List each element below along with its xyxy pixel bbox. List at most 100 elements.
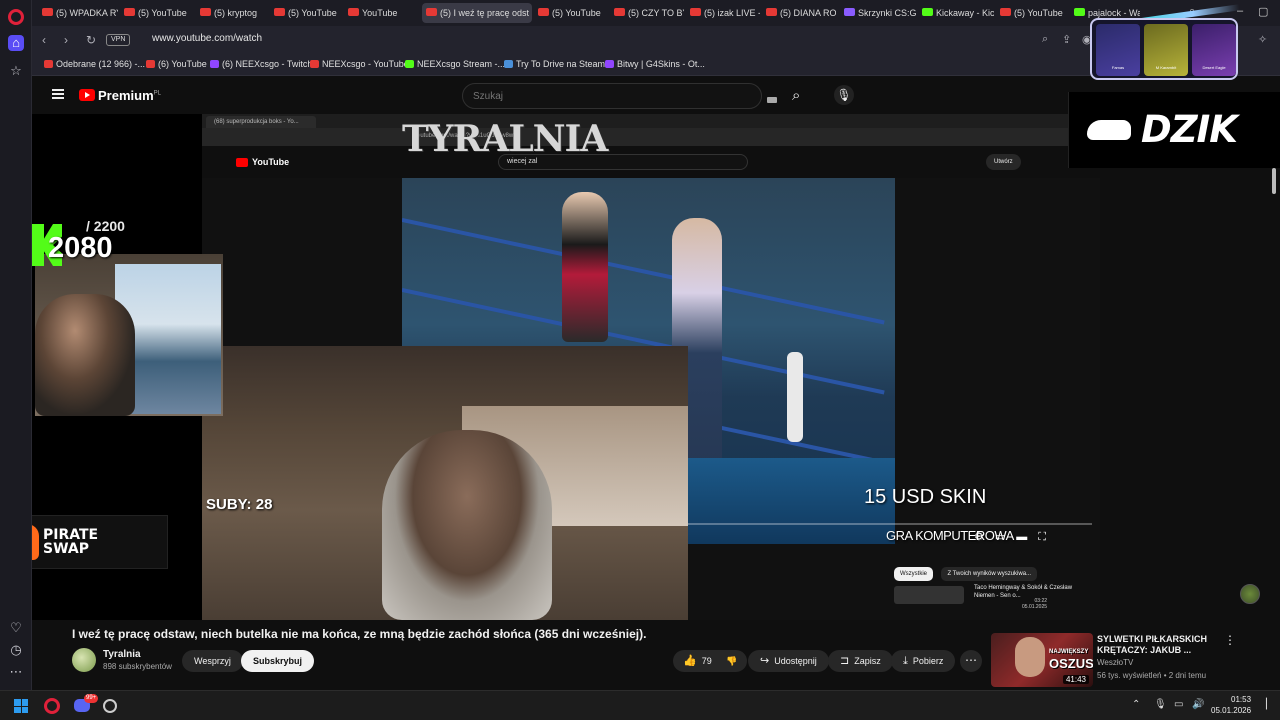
history-icon[interactable]: ◷: [8, 642, 24, 658]
channel-subscribers: 898 subskrybentów: [103, 662, 172, 671]
fighter: [562, 192, 608, 342]
youtube-icon: [274, 8, 285, 16]
subscribe-button[interactable]: Subskrybuj: [241, 650, 315, 672]
bookmark-item[interactable]: NEEXcsgo Stream -...: [405, 59, 505, 69]
maximize-icon[interactable]: ▢: [1258, 5, 1268, 18]
windows-start-icon[interactable]: [14, 699, 28, 713]
support-button[interactable]: Wesprzyj: [182, 650, 243, 672]
pirate-icon: [32, 524, 39, 560]
steam-icon: [504, 60, 513, 68]
inner-tab: (68) superprodukcja boks - Yo...: [206, 116, 316, 128]
opera-logo-icon[interactable]: [8, 9, 24, 25]
theater-icon[interactable]: ▬: [1016, 531, 1027, 543]
tab-item[interactable]: (5) DIANA ROSS: [762, 3, 836, 23]
more-icon[interactable]: ⋯: [8, 664, 24, 680]
recommendation-title[interactable]: SYLWETKI PIŁKARSKICH KRĘTACZY: JAKUB ...: [1097, 634, 1217, 656]
heart-icon[interactable]: ♡: [8, 620, 24, 636]
bookmark-item[interactable]: (6) YouTube: [146, 59, 207, 69]
share-button[interactable]: ↪ Udostępnij: [748, 650, 829, 672]
like-button[interactable]: 👍 79: [673, 650, 722, 672]
g4skins-icon: [605, 60, 614, 68]
tab-item[interactable]: (5) YouTube: [270, 3, 342, 23]
vpn-badge[interactable]: VPN: [106, 34, 131, 46]
settings-icon[interactable]: ⚙: [974, 531, 984, 543]
youtube-brand[interactable]: PremiumPL: [98, 88, 161, 103]
youtube-icon: [538, 8, 549, 16]
mic-tray-icon[interactable]: 🎙: [1154, 699, 1167, 710]
discord-badge: 99+: [84, 694, 99, 703]
microphone-icon[interactable]: 🎙: [834, 85, 854, 105]
video-player[interactable]: (68) superprodukcja boks - Yo... youtube…: [32, 114, 1100, 620]
bookmark-item[interactable]: NEEXcsgo - YouTube: [310, 59, 409, 69]
search-input[interactable]: [463, 84, 753, 108]
save-button[interactable]: ⊐ Zapisz: [828, 650, 893, 672]
tab-item[interactable]: (5) WPADKA RY: [38, 3, 118, 23]
tab-item[interactable]: (5) YouTube: [120, 3, 194, 23]
channel-name[interactable]: Tyralnia: [103, 649, 141, 660]
steam-icon[interactable]: [103, 699, 117, 713]
youtube-muted-icon: [200, 8, 211, 16]
thumbs-down-icon: 👎: [726, 656, 738, 666]
youtube-icon: [348, 8, 359, 16]
floating-avatar[interactable]: [1240, 584, 1260, 604]
ai-icon[interactable]: ✧: [1258, 33, 1267, 46]
tab-item-active[interactable]: (5) I weź tę pracę odst: [422, 3, 532, 23]
more-actions-icon[interactable]: ⋯: [960, 650, 982, 672]
system-clock[interactable]: 01:53 05.01.2026: [1211, 694, 1251, 716]
bookmark-item[interactable]: (6) NEEXcsgo - Twitch: [210, 59, 312, 69]
bookmark-item[interactable]: Bitwy | G4Skins - Ot...: [605, 59, 705, 69]
recommendation-thumbnail[interactable]: NAJWIĘKSZY OSZUST 41:43: [991, 633, 1093, 687]
download-button[interactable]: ⤓ Pobierz: [891, 650, 956, 672]
tab-item[interactable]: Skrzynki CS:GO: [840, 3, 916, 23]
share-icon[interactable]: ⇪: [1062, 33, 1071, 46]
search-page-icon[interactable]: ⌕: [1042, 33, 1048, 46]
fullscreen-icon[interactable]: ⛶: [1038, 531, 1046, 543]
keyboard-icon[interactable]: [767, 97, 777, 103]
search-icon[interactable]: ⌕: [792, 87, 800, 104]
network-icon[interactable]: ▭: [1174, 699, 1183, 710]
tab-item[interactable]: (5) YouTube: [534, 3, 608, 23]
star-icon[interactable]: ☆: [8, 63, 24, 79]
thumbs-up-icon: 👍: [683, 655, 697, 667]
youtube-icon: [614, 8, 625, 16]
kick-icon: [1074, 8, 1085, 16]
tab-item[interactable]: (5) izak LIVE -: [686, 3, 760, 23]
page-scrollbar[interactable]: [1272, 168, 1276, 194]
opera-sidebar: ⌂ ☆ ♡ ◷ ⋯: [0, 0, 32, 690]
pirate-swap-logo: PIRATE SWAP: [32, 515, 168, 569]
recommendation-channel[interactable]: WeszłoTV: [1097, 658, 1133, 667]
search-box[interactable]: [462, 83, 777, 109]
menu-icon[interactable]: [52, 89, 64, 99]
dislike-button[interactable]: 👎: [716, 650, 748, 672]
tab-item[interactable]: Kickaway - Kick: [918, 3, 994, 23]
tab-item[interactable]: (5) YouTube: [996, 3, 1068, 23]
inner-youtube-logo-icon: [236, 158, 248, 167]
channel-avatar[interactable]: [72, 648, 96, 672]
progress-bar[interactable]: [688, 523, 1092, 525]
tab-item[interactable]: YouTube: [344, 3, 418, 23]
inner-chips: Wszystkie Z Twoich wyników wyszukiwa...: [894, 562, 1041, 581]
forward-icon[interactable]: ›: [64, 33, 68, 47]
back-icon[interactable]: ‹: [42, 33, 46, 47]
bookmark-item[interactable]: Odebrane (12 966) -...: [44, 59, 145, 69]
youtube-logo-icon[interactable]: [79, 89, 95, 101]
notification-icon[interactable]: ▏: [1266, 699, 1274, 710]
more-vertical-icon[interactable]: ⋮: [1224, 633, 1236, 647]
sub-count: 2080: [48, 232, 113, 264]
miniplayer-icon[interactable]: ▭: [995, 531, 1005, 543]
reload-icon[interactable]: ↻: [86, 33, 96, 47]
ring-post: [787, 352, 803, 442]
share-icon: ↪: [760, 655, 770, 667]
tab-item[interactable]: (5) CZY TO BYŁ: [610, 3, 684, 23]
tab-item[interactable]: (5) kryptog: [196, 3, 268, 23]
chevron-up-icon[interactable]: ⌃: [1132, 699, 1140, 710]
url-field[interactable]: www.youtube.com/watch: [152, 33, 262, 44]
skin-card: Famas: [1096, 24, 1140, 76]
bookmark-icon: ⊐: [840, 655, 850, 667]
opera-taskbar-icon[interactable]: [44, 698, 60, 714]
download-icon: ⤓: [903, 655, 908, 667]
home-icon[interactable]: ⌂: [8, 35, 24, 51]
volume-icon[interactable]: 🔊: [1192, 699, 1204, 710]
youtube-icon: [42, 8, 53, 16]
bookmark-item[interactable]: Try To Drive na Steam: [504, 59, 605, 69]
